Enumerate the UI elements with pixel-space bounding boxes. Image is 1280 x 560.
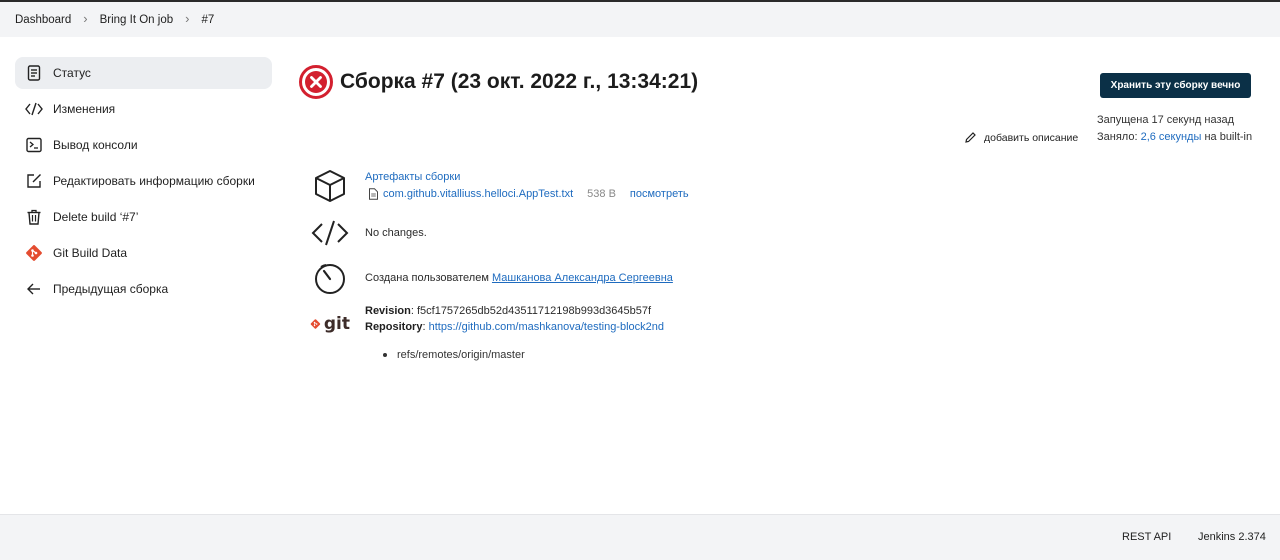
jenkins-version-link[interactable]: Jenkins 2.374: [1198, 531, 1266, 543]
chevron-right-icon: ›: [83, 11, 88, 26]
git-section: git Revision: f5cf1757265db52d4351171219…: [310, 304, 664, 344]
started-by-label: Создана пользователем: [365, 272, 492, 284]
terminal-icon: [25, 136, 43, 154]
artifact-view-link[interactable]: посмотреть: [630, 188, 689, 200]
sidebar-item-status[interactable]: Статус: [15, 57, 272, 89]
keep-build-forever-button[interactable]: Хранить эту сборку вечно: [1100, 73, 1251, 98]
sidebar: Статус Изменения Вывод консоли Редактиро…: [15, 57, 272, 309]
branch-name: refs/remotes/origin/master: [397, 349, 525, 361]
sidebar-item-console[interactable]: Вывод консоли: [15, 129, 272, 161]
sidebar-item-delete-build[interactable]: Delete build ‘#7’: [15, 201, 272, 233]
sidebar-item-previous-build[interactable]: Предыдущая сборка: [15, 273, 272, 305]
artifacts-section: Артефакты сборки com.github.vitalliuss.h…: [310, 166, 689, 206]
build-header: Сборка #7 (23 окт. 2022 г., 13:34:21): [298, 64, 698, 100]
revision-line: Revision: f5cf1757265db52d43511712198b99…: [365, 303, 664, 319]
code-icon: [25, 100, 43, 118]
document-icon: [25, 64, 43, 82]
duration-node: на built-in: [1201, 131, 1253, 143]
edit-icon: [25, 172, 43, 190]
build-duration: Заняло: 2,6 секунды на built-in: [1097, 129, 1252, 146]
code-icon: [310, 213, 350, 253]
duration-label: Заняло:: [1097, 131, 1141, 143]
arrow-left-icon: [25, 280, 43, 298]
breadcrumb-build[interactable]: #7: [201, 14, 214, 26]
page-title: Сборка #7 (23 окт. 2022 г., 13:34:21): [340, 70, 699, 93]
artifact-file-row: com.github.vitalliuss.helloci.AppTest.tx…: [368, 188, 689, 200]
add-description-link[interactable]: добавить описание: [964, 131, 1078, 144]
branch-list-item: refs/remotes/origin/master: [383, 349, 525, 361]
sidebar-item-changes[interactable]: Изменения: [15, 93, 272, 125]
failed-status-icon: [299, 65, 333, 99]
artifact-file-size: 538 B: [587, 188, 616, 200]
started-ago: Запущена 17 секунд назад: [1097, 114, 1235, 126]
pencil-icon: [965, 132, 976, 143]
no-changes-text: No changes.: [365, 227, 427, 239]
revision-label: Revision: [365, 305, 411, 317]
chevron-right-icon: ›: [185, 11, 190, 26]
file-icon: [369, 188, 378, 200]
revision-hash: : f5cf1757265db52d43511712198b993d3645b5…: [410, 305, 652, 317]
trash-icon: [25, 208, 43, 226]
sidebar-item-label: Предыдущая сборка: [53, 282, 169, 296]
breadcrumb: Dashboard › Bring It On job › #7: [0, 0, 1280, 37]
sidebar-item-label: Редактировать информацию сборки: [53, 174, 255, 188]
sidebar-item-edit-info[interactable]: Редактировать информацию сборки: [15, 165, 272, 197]
duration-link[interactable]: 2,6 секунды: [1141, 131, 1202, 143]
breadcrumb-job[interactable]: Bring It On job: [100, 14, 174, 26]
sidebar-item-label: Вывод консоли: [53, 138, 138, 152]
git-icon: [25, 244, 43, 262]
repository-label: Repository: [365, 321, 423, 333]
build-meta: Запущена 17 секунд назад Заняло: 2,6 сек…: [1097, 112, 1252, 146]
sidebar-item-label: Статус: [53, 66, 91, 80]
timer-icon: [310, 258, 350, 298]
started-by-section: Создана пользователем Машканова Александ…: [310, 258, 673, 298]
repository-link[interactable]: https://github.com/mashkanova/testing-bl…: [429, 321, 664, 333]
add-description-label: добавить описание: [984, 131, 1079, 144]
git-logo-text: git: [323, 314, 350, 334]
breadcrumb-dashboard[interactable]: Dashboard: [15, 14, 71, 26]
rest-api-link[interactable]: REST API: [1122, 531, 1171, 543]
sidebar-item-label: Delete build ‘#7’: [53, 210, 139, 224]
artifacts-link[interactable]: Артефакты сборки: [365, 171, 460, 183]
sidebar-item-label: Git Build Data: [53, 246, 128, 260]
bullet-icon: [383, 353, 387, 357]
artifact-file-link[interactable]: com.github.vitalliuss.helloci.AppTest.tx…: [383, 188, 573, 200]
changes-section: No changes.: [310, 213, 427, 253]
sidebar-item-label: Изменения: [53, 102, 116, 116]
footer: REST API Jenkins 2.374: [0, 514, 1280, 560]
package-icon: [310, 166, 350, 206]
repository-line: Repository: https://github.com/mashkanov…: [365, 319, 664, 335]
git-logo: git: [310, 304, 350, 344]
sidebar-item-git-build-data[interactable]: Git Build Data: [15, 237, 272, 269]
git-icon: [310, 319, 321, 329]
user-link[interactable]: Машканова Александра Сергеевна: [492, 272, 673, 284]
